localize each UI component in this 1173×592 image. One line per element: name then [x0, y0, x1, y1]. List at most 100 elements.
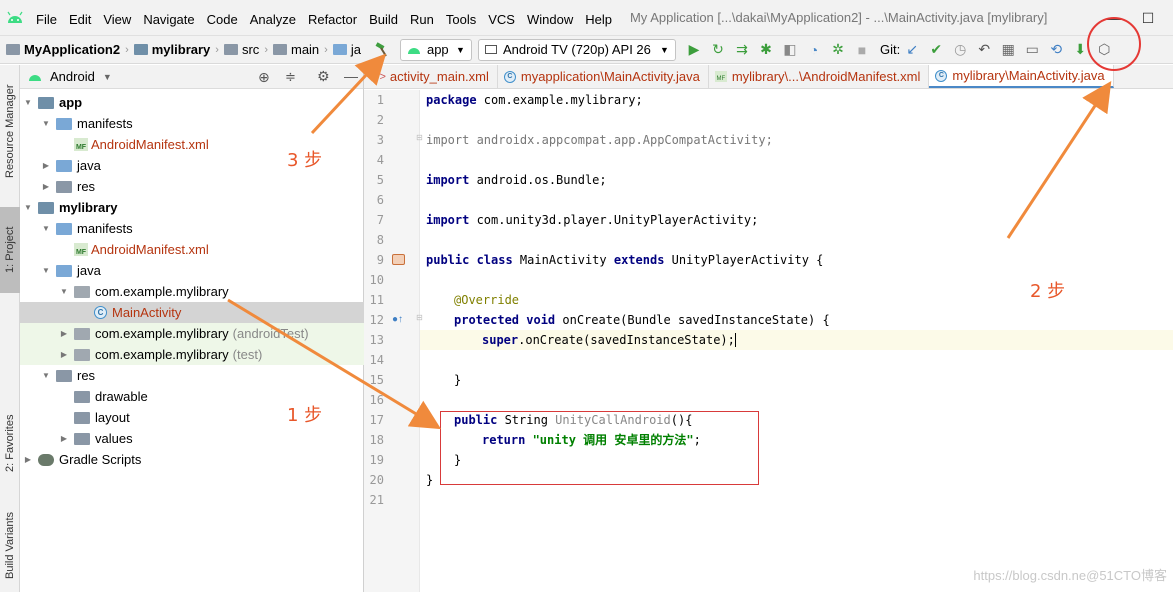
expand-arrow-icon[interactable]: ▼ — [22, 203, 34, 212]
menu-run[interactable]: Run — [404, 0, 440, 36]
collapse-arrow-icon[interactable]: ▶ — [40, 161, 52, 170]
line-number: 4 — [376, 153, 384, 167]
tree-label: com.example.mylibrary — [95, 326, 229, 341]
tree-row-values[interactable]: ▶ values — [20, 428, 364, 449]
expand-arrow-icon[interactable]: ▼ — [40, 224, 52, 233]
tree-row-package-test[interactable]: ▶ com.example.mylibrary (test) — [20, 344, 364, 365]
menu-help[interactable]: Help — [579, 0, 618, 36]
run-icon[interactable]: ▶ — [682, 36, 706, 64]
breadcrumb-java[interactable]: ja — [330, 36, 364, 64]
expand-arrow-icon[interactable]: ▼ — [40, 371, 52, 380]
menu-analyze[interactable]: Analyze — [244, 0, 302, 36]
tree-label: AndroidManifest.xml — [91, 242, 209, 257]
line-number: 7 — [376, 213, 384, 227]
menu-tools[interactable]: Tools — [440, 0, 482, 36]
view-mode-label[interactable]: Android — [50, 69, 95, 84]
tree-row-app[interactable]: ▼ app — [20, 92, 364, 113]
menu-refactor[interactable]: Refactor — [302, 0, 363, 36]
menu-vcs[interactable]: VCS — [482, 0, 521, 36]
tree-row-manifests[interactable]: ▼ manifests — [20, 218, 364, 239]
tree-row-package-android-test[interactable]: ▶ com.example.mylibrary (androidTest) — [20, 323, 364, 344]
menu-navigate[interactable]: Navigate — [137, 0, 200, 36]
expand-arrow-icon[interactable]: ▼ — [40, 119, 52, 128]
menu-code[interactable]: Code — [201, 0, 244, 36]
project-structure-icon[interactable]: ▦ — [996, 36, 1020, 64]
tree-row-res[interactable]: ▶ res — [20, 176, 364, 197]
gear-icon[interactable]: ⚙ — [317, 68, 330, 85]
stop-icon[interactable]: ■ — [850, 36, 874, 64]
git-update-icon[interactable]: ↙ — [900, 36, 924, 64]
apply-changes-icon[interactable]: ↻ — [706, 36, 730, 64]
code-line: package com.example.mylibrary; — [426, 93, 643, 107]
debug-icon[interactable]: ✱ — [754, 36, 778, 64]
res-folder-icon — [56, 180, 72, 193]
tree-row-java[interactable]: ▼ java — [20, 260, 364, 281]
breadcrumb-separator: › — [215, 43, 219, 56]
breadcrumb-src[interactable]: src — [221, 36, 262, 64]
tab-activity-main-xml[interactable]: </> activity_main.xml — [364, 65, 498, 88]
collapse-arrow-icon[interactable]: ▶ — [40, 182, 52, 191]
expand-arrow-icon[interactable]: ▼ — [58, 287, 70, 296]
collapse-arrow-icon[interactable]: ▶ — [58, 350, 70, 359]
menu-window[interactable]: Window — [521, 0, 579, 36]
make-project-hammer-icon[interactable] — [370, 36, 394, 64]
sync-gradle-icon[interactable]: ⟲ — [1044, 36, 1068, 64]
tree-row-android-manifest[interactable]: MF AndroidManifest.xml — [20, 239, 364, 260]
run-config-select[interactable]: app ▼ — [399, 38, 472, 61]
chevron-down-icon[interactable]: ▼ — [103, 72, 112, 82]
collapse-arrow-icon[interactable]: ▶ — [58, 329, 70, 338]
resource-manager-tab[interactable]: Resource Manager — [0, 71, 20, 191]
tree-label: java — [77, 263, 101, 278]
device-select[interactable]: Android TV (720p) API 26 ▼ — [477, 38, 676, 61]
collapse-all-icon[interactable]: ≑ — [285, 69, 296, 85]
tree-label: res — [77, 368, 96, 383]
tree-label: values — [95, 431, 133, 446]
class-gutter-icon[interactable] — [392, 254, 405, 265]
collapse-arrow-icon[interactable]: ▶ — [58, 434, 70, 443]
menu-file[interactable]: File — [30, 0, 63, 36]
collapse-arrow-icon[interactable]: ▶ — [22, 455, 34, 464]
tab-mylibrary-main-activity[interactable]: C mylibrary\MainActivity.java — [929, 65, 1114, 88]
code-line: public class MainActivity extends UnityP… — [426, 253, 824, 267]
menu-edit[interactable]: Edit — [63, 0, 97, 36]
avd-manager-icon[interactable]: ▭ — [1020, 36, 1044, 64]
profile-icon[interactable]: ◔ — [802, 36, 826, 64]
attach-debugger-icon[interactable]: ✲ — [826, 36, 850, 64]
line-number: 3 — [376, 133, 384, 147]
menu-build[interactable]: Build — [363, 0, 404, 36]
menu-view[interactable]: View — [97, 0, 137, 36]
breadcrumb-main[interactable]: main — [270, 36, 322, 64]
tree-row-package[interactable]: ▼ com.example.mylibrary — [20, 281, 364, 302]
project-tab[interactable]: 1: Project — [0, 207, 20, 293]
module-icon — [38, 96, 54, 109]
apply-code-changes-icon[interactable]: ⇉ — [730, 36, 754, 64]
tree-row-manifests[interactable]: ▼ manifests — [20, 113, 364, 134]
build-variants-tab[interactable]: Build Variants — [0, 501, 20, 589]
code-line-current: super.onCreate(savedInstanceState); — [420, 330, 1173, 350]
tab-mylibrary-manifest[interactable]: MF mylibrary\...\AndroidManifest.xml — [709, 65, 930, 88]
git-rollback-icon[interactable]: ↶ — [972, 36, 996, 64]
override-gutter-icon[interactable]: ●↑ — [392, 314, 403, 325]
breadcrumb-project[interactable]: MyApplication2 — [0, 36, 123, 64]
code-area[interactable]: package com.example.mylibrary; import an… — [420, 90, 1173, 592]
tab-myapplication-main-activity[interactable]: C myapplication\MainActivity.java — [498, 65, 709, 88]
hide-panel-icon[interactable]: — — [344, 68, 358, 84]
favorites-tab[interactable]: 2: Favorites — [0, 405, 20, 481]
chevron-down-icon: ▼ — [660, 44, 669, 55]
expand-arrow-icon[interactable]: ▼ — [40, 266, 52, 275]
tree-label: manifests — [77, 221, 133, 236]
tree-row-res[interactable]: ▼ res — [20, 365, 364, 386]
coverage-icon[interactable]: ◧ — [778, 36, 802, 64]
line-number: 18 — [369, 433, 384, 447]
tree-row-mylibrary[interactable]: ▼ mylibrary — [20, 197, 364, 218]
breadcrumb-separator: › — [125, 43, 129, 56]
tree-row-gradle-scripts[interactable]: ▶ Gradle Scripts — [20, 449, 364, 470]
tree-label: com.example.mylibrary — [95, 284, 229, 299]
android-icon — [407, 47, 420, 54]
locate-file-icon[interactable]: ⊕ — [258, 69, 270, 86]
tree-row-main-activity[interactable]: C MainActivity — [20, 302, 364, 323]
expand-arrow-icon[interactable]: ▼ — [22, 98, 34, 107]
git-history-icon[interactable]: ◷ — [948, 36, 972, 64]
git-commit-icon[interactable]: ✔ — [924, 36, 948, 64]
breadcrumb-module[interactable]: mylibrary — [131, 36, 214, 64]
